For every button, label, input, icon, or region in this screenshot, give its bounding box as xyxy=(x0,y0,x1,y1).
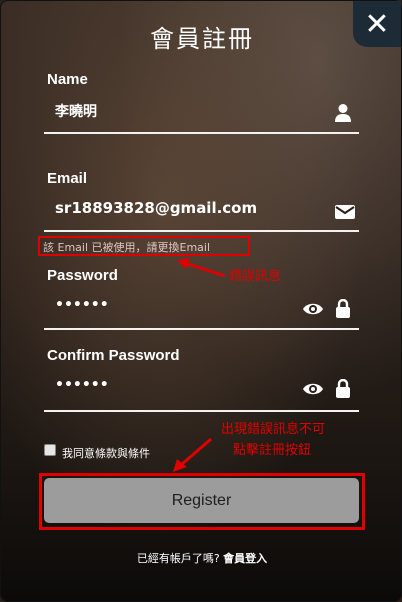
password-input[interactable]: •••••• xyxy=(55,297,109,313)
email-label: Email xyxy=(47,170,88,187)
error-arrow-icon xyxy=(177,257,227,279)
terms-checkbox[interactable] xyxy=(44,444,56,456)
error-annotation: 錯誤訊息 xyxy=(229,269,282,284)
envelope-icon xyxy=(335,205,355,219)
password-underline xyxy=(44,328,359,330)
name-label: Name xyxy=(47,71,88,88)
email-underline xyxy=(44,230,359,232)
user-icon xyxy=(334,103,352,123)
email-input[interactable]: sr18893828@gmail.com xyxy=(55,199,257,217)
login-link[interactable]: 會員登入 xyxy=(223,552,267,565)
footer-prompt: 已經有帳戶了嗎? xyxy=(136,552,220,565)
password-label: Password xyxy=(47,267,118,284)
lock-icon xyxy=(335,379,351,398)
button-annotation-line1: 出現錯誤訊息不可 xyxy=(221,422,326,437)
register-button[interactable]: Register xyxy=(44,478,359,523)
eye-icon[interactable] xyxy=(302,381,324,397)
footer: 已經有帳戶了嗎? 會員登入 xyxy=(1,550,402,566)
button-annotation: 出現錯誤訊息不可 點擊註冊按鈕 xyxy=(221,419,325,461)
confirm-password-label: Confirm Password xyxy=(47,347,180,364)
confirm-password-underline xyxy=(44,410,359,412)
email-error-message: 該 Email 已被使用，請更換Email xyxy=(43,241,211,254)
eye-icon[interactable] xyxy=(302,301,324,317)
terms-label[interactable]: 我同意條款與條件 xyxy=(62,445,150,461)
page-title: 會員註冊 xyxy=(150,25,254,53)
button-annotation-line2: 點擊註冊按鈕 xyxy=(233,443,312,458)
button-arrow-icon xyxy=(171,437,213,473)
confirm-password-input[interactable]: •••••• xyxy=(55,377,109,393)
lock-icon xyxy=(335,299,351,318)
registration-modal: ✕ 會員註冊 Name 李曉明 Email sr18893828@gmail.c… xyxy=(0,0,402,602)
name-input[interactable]: 李曉明 xyxy=(55,101,97,121)
name-underline xyxy=(44,132,359,134)
